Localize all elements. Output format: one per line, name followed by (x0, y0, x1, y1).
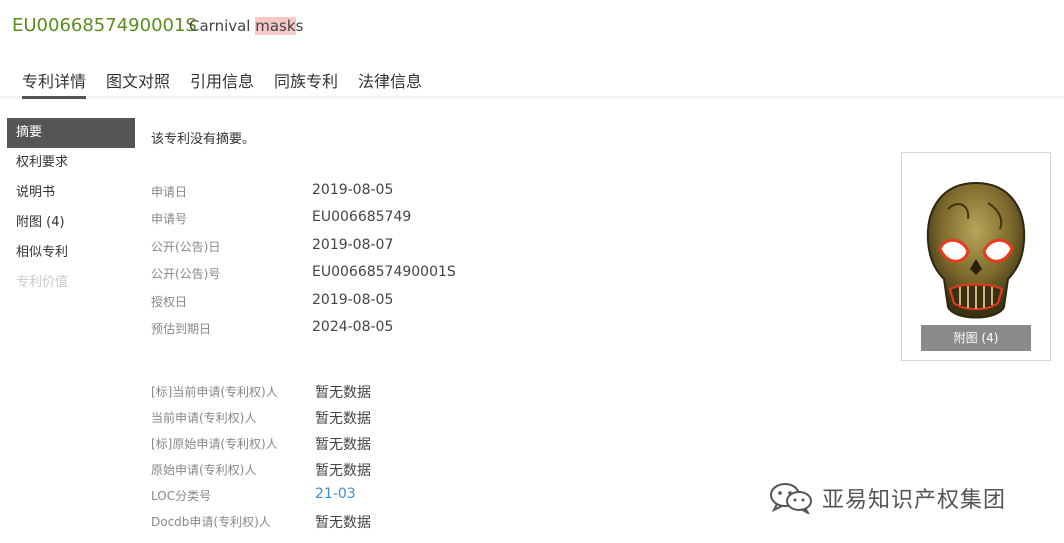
sidebar: 摘要 权利要求 说明书 附图 (4) 相似专利 专利价值 (7, 118, 135, 298)
abstract-text: 该专利没有摘要。 (151, 132, 256, 147)
party-label: 原始申请(专利权)人 (151, 463, 257, 477)
party-row: [标]原始申请(专利权)人 暂无数据 (151, 435, 571, 461)
title-suffix: s (295, 17, 304, 35)
title-prefix: Carnival (189, 17, 256, 35)
detail-value: 2019-08-07 (312, 237, 394, 253)
detail-row: 申请号 EU006685749 (151, 209, 571, 237)
detail-label: 申请号 (151, 212, 188, 226)
party-label: Docdb申请(专利权)人 (151, 515, 271, 529)
figure-thumbnail[interactable]: 附图 (4) (901, 152, 1051, 361)
sidebar-item-claims[interactable]: 权利要求 (7, 148, 135, 178)
detail-row: 授权日 2019-08-05 (151, 292, 571, 320)
sidebar-item-value: 专利价值 (16, 275, 69, 290)
party-value: 暂无数据 (315, 515, 371, 531)
detail-label: 预估到期日 (151, 322, 212, 336)
party-label: [标]原始申请(专利权)人 (151, 437, 278, 451)
detail-label: 申请日 (151, 185, 188, 199)
sidebar-item-abstract[interactable]: 摘要 (7, 118, 135, 148)
sidebar-item-similar[interactable]: 相似专利 (7, 238, 135, 268)
watermark: 亚易知识产权集团 (768, 482, 1006, 514)
publication-number: EU0066857490001S (12, 15, 197, 36)
party-row: LOC分类号 21-03 (151, 486, 571, 513)
detail-value: 2019-08-05 (312, 182, 394, 198)
detail-value: 2019-08-05 (312, 292, 394, 308)
patent-header: EU0066857490001S Carnival masks (0, 0, 1064, 58)
detail-label: 公开(公告)号 (151, 267, 221, 281)
patent-title: Carnival masks (189, 17, 303, 35)
party-label: LOC分类号 (151, 489, 212, 503)
party-label: [标]当前申请(专利权)人 (151, 385, 278, 399)
tab-legal[interactable]: 法律信息 (358, 68, 422, 92)
detail-value: EU006685749 (312, 209, 412, 225)
party-row: Docdb申请(专利权)人 暂无数据 (151, 513, 571, 539)
party-row: 原始申请(专利权)人 暂无数据 (151, 461, 571, 487)
skull-mask-image (926, 181, 1026, 319)
tab-citations[interactable]: 引用信息 (190, 68, 254, 92)
party-value: 暂无数据 (315, 463, 371, 479)
detail-row: 申请日 2019-08-05 (151, 182, 571, 210)
party-value: 暂无数据 (315, 437, 371, 453)
party-value: 暂无数据 (315, 385, 371, 401)
detail-value: EU0066857490001S (312, 264, 456, 280)
tab-family[interactable]: 同族专利 (274, 68, 338, 92)
tab-patent-details[interactable]: 专利详情 (22, 68, 87, 99)
loc-class-link[interactable]: 21-03 (315, 486, 356, 502)
sidebar-item-figures[interactable]: 附图 (4) (7, 208, 135, 238)
detail-label: 授权日 (151, 295, 188, 309)
detail-label: 公开(公告)日 (151, 240, 221, 254)
detail-value: 2024-08-05 (312, 319, 394, 335)
party-row: [标]当前申请(专利权)人 暂无数据 (151, 383, 571, 409)
tab-image-text[interactable]: 图文对照 (106, 68, 170, 92)
wechat-icon (770, 483, 812, 514)
sidebar-item-description[interactable]: 说明书 (7, 178, 135, 208)
detail-row: 公开(公告)号 EU0066857490001S (151, 264, 571, 292)
watermark-text: 亚易知识产权集团 (822, 488, 1007, 513)
title-highlight: mask (255, 17, 296, 35)
party-label: 当前申请(专利权)人 (151, 411, 257, 425)
detail-row: 公开(公告)日 2019-08-07 (151, 237, 571, 265)
detail-row: 预估到期日 2024-08-05 (151, 319, 571, 347)
party-row: 当前申请(专利权)人 暂无数据 (151, 409, 571, 435)
figure-count-label[interactable]: 附图 (4) (921, 325, 1031, 351)
party-value: 暂无数据 (315, 411, 371, 427)
tab-bar: 专利详情 图文对照 引用信息 同族专利 法律信息 (0, 58, 1064, 99)
